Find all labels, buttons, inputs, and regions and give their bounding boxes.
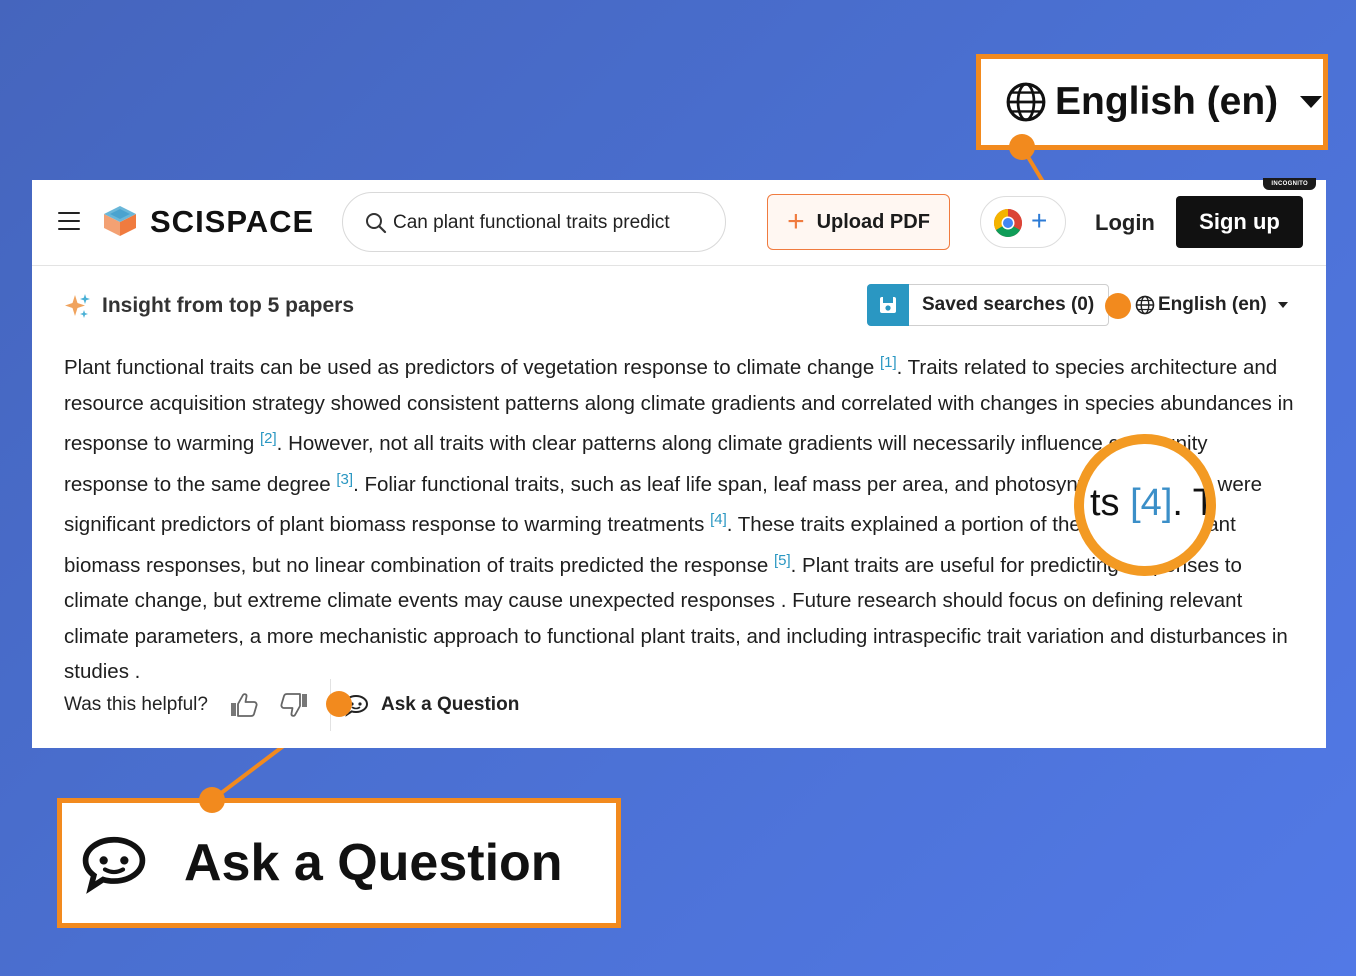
save-icon xyxy=(867,283,909,326)
ask-question-callout: Ask a Question xyxy=(57,798,621,928)
citation-link[interactable]: [3] xyxy=(336,471,353,488)
sparkle-icon xyxy=(65,294,90,318)
upload-pdf-label: Upload PDF xyxy=(816,210,930,233)
language-selector[interactable]: English (en) xyxy=(1135,294,1288,316)
top-navigation-bar: SCISPACE + Upload PDF + Login Sig xyxy=(32,180,1326,266)
plus-icon: + xyxy=(787,205,805,238)
citation-link[interactable]: [2] xyxy=(260,430,277,447)
sign-up-button[interactable]: Sign up xyxy=(1176,196,1303,248)
plus-icon: + xyxy=(1031,205,1048,236)
saved-searches-button[interactable]: Saved searches (0) xyxy=(867,283,1109,326)
chat-bubble-icon xyxy=(82,836,146,894)
brand-name: SCISPACE xyxy=(150,204,315,239)
citation-link[interactable]: [1] xyxy=(880,354,897,371)
search-icon xyxy=(366,213,387,234)
saved-searches-label: Saved searches (0) xyxy=(922,294,1095,315)
chevron-down-icon xyxy=(1300,96,1323,108)
citation-magnifier: ts [4]. T xyxy=(1074,434,1216,576)
language-callout-label: English (en) xyxy=(1055,80,1279,123)
citation-link[interactable]: [4] xyxy=(710,511,727,528)
hamburger-menu-icon[interactable] xyxy=(58,212,80,230)
callout-dot xyxy=(199,787,225,813)
thumbs-up-icon[interactable] xyxy=(230,692,258,718)
paragraph-text: Plant functional traits can be used as p… xyxy=(64,356,880,379)
magnified-citation: ts [4]. T xyxy=(1090,482,1216,524)
globe-icon xyxy=(1135,295,1155,315)
feedback-row: Was this helpful? Ask a Question xyxy=(64,679,519,731)
ask-question-callout-label: Ask a Question xyxy=(184,834,563,892)
callout-dot xyxy=(326,691,352,717)
callout-dot xyxy=(1105,293,1131,319)
insight-title: Insight from top 5 papers xyxy=(102,294,355,317)
helpful-prompt: Was this helpful? xyxy=(64,694,208,715)
thumbs-down-icon[interactable] xyxy=(280,692,308,718)
chevron-down-icon xyxy=(1277,302,1288,308)
login-link[interactable]: Login xyxy=(1095,210,1155,236)
ask-question-label: Ask a Question xyxy=(380,694,520,715)
citation-link[interactable]: [5] xyxy=(774,552,791,569)
callout-dot xyxy=(1009,134,1035,160)
language-label: English (en) xyxy=(1158,294,1267,315)
insight-header: Insight from top 5 papers xyxy=(64,292,354,320)
scispace-logo-icon xyxy=(104,206,136,236)
chrome-icon xyxy=(994,209,1022,237)
globe-icon xyxy=(1006,82,1046,122)
add-chrome-extension-button[interactable]: + xyxy=(980,196,1066,248)
search-bar[interactable] xyxy=(342,192,726,252)
upload-pdf-button[interactable]: + Upload PDF xyxy=(767,194,950,250)
ask-question-button[interactable]: Ask a Question xyxy=(343,693,519,717)
search-input[interactable] xyxy=(393,209,713,237)
